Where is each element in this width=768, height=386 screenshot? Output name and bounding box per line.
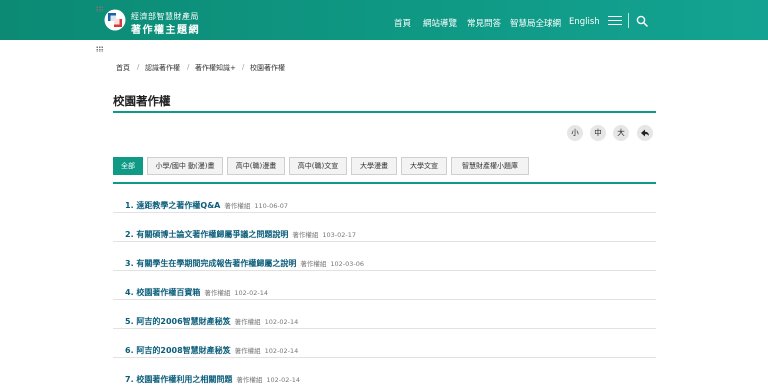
breadcrumb-home[interactable]: 首頁 — [116, 63, 130, 73]
logo-line-2: 著作權主題網 — [131, 25, 200, 36]
nav-divider — [628, 13, 629, 28]
article-unit: 著作權組 — [224, 202, 251, 210]
list-item: 1. 遠距教學之著作權Q&A 著作權組 110-06-07 — [125, 193, 288, 210]
font-size-large-button[interactable]: 大 — [613, 125, 629, 141]
page-title: 校園著作權 — [113, 94, 171, 108]
list-divider — [113, 212, 656, 213]
search-icon[interactable] — [636, 15, 648, 27]
breadcrumb-item[interactable]: 認識著作權 — [145, 63, 180, 73]
article-date: 110-06-07 — [254, 202, 288, 210]
list-divider — [113, 299, 656, 300]
back-button[interactable] — [637, 125, 653, 141]
list-divider — [113, 241, 656, 242]
list-item: 6. 阿吉的2008智慧財產秘笈 著作權組 102-02-14 — [125, 338, 299, 355]
hamburger-icon[interactable] — [608, 16, 622, 26]
article-link[interactable]: 1. 遠距教學之著作權Q&A — [125, 201, 220, 210]
list-item: 3. 有關學生在學期間完成報告著作權歸屬之說明 著作權組 102-03-06 — [125, 251, 365, 268]
tab-university-text[interactable]: 大學文宣 — [401, 157, 447, 175]
article-link[interactable]: 3. 有關學生在學期間完成報告著作權歸屬之說明 — [125, 259, 296, 268]
tab-highschool-comics[interactable]: 高中(職)漫畫 — [227, 157, 285, 175]
skip-link-top[interactable] — [96, 6, 103, 12]
article-date: 102-02-14 — [264, 347, 299, 355]
article-link[interactable]: 4. 校園著作權百寶箱 — [125, 288, 200, 297]
tab-all[interactable]: 全部 — [113, 157, 143, 175]
header-bar: 經濟部智慧財產局 著作權主題網 首頁 網站導覽 常見問答 智慧局全球網 Engl… — [0, 0, 768, 40]
font-size-medium-button[interactable]: 中 — [590, 125, 606, 141]
article-date: 103-02-17 — [322, 231, 357, 239]
font-size-small-button[interactable]: 小 — [567, 125, 583, 141]
breadcrumb-separator: / — [242, 63, 245, 71]
article-unit: 著作權組 — [234, 318, 261, 326]
article-unit: 著作權組 — [292, 231, 319, 239]
nav-home[interactable]: 首頁 — [394, 17, 411, 29]
tab-elementary-animation[interactable]: 小學/國中 動(漫)畫 — [147, 157, 223, 175]
skip-link-content[interactable] — [96, 46, 103, 52]
article-unit: 著作權組 — [300, 260, 327, 268]
tab-ip-quiz[interactable]: 智慧財產權小題庫 — [451, 157, 529, 175]
list-divider — [113, 357, 656, 358]
article-date: 102-02-14 — [234, 289, 269, 297]
list-divider — [113, 328, 656, 329]
tab-university-comics[interactable]: 大學漫畫 — [351, 157, 397, 175]
breadcrumb-current: 校園著作權 — [250, 64, 285, 72]
article-date: 102-03-06 — [330, 260, 365, 268]
article-link[interactable]: 2. 有關碩博士論文著作權歸屬爭議之問題說明 — [125, 230, 288, 239]
list-divider — [113, 270, 656, 271]
nav-global[interactable]: 智慧局全球網 — [510, 17, 561, 29]
article-date: 102-02-14 — [264, 318, 299, 326]
nav-faq[interactable]: 常見問答 — [467, 17, 501, 29]
list-item: 7. 校園著作權利用之相關問題 著作權組 102-02-14 — [125, 367, 300, 384]
list-item: 2. 有關碩博士論文著作權歸屬爭議之問題說明 著作權組 103-02-17 — [125, 222, 357, 239]
nav-sitemap[interactable]: 網站導覽 — [423, 17, 457, 29]
article-link[interactable]: 6. 阿吉的2008智慧財產秘笈 — [125, 346, 231, 355]
breadcrumb-separator: / — [187, 63, 190, 71]
article-unit: 著作權組 — [204, 289, 231, 297]
breadcrumb-item[interactable]: 著作權知識+ — [195, 63, 236, 73]
tabs-divider — [113, 182, 656, 184]
article-unit: 著作權組 — [234, 347, 261, 355]
tipo-logo-icon[interactable] — [104, 9, 126, 31]
tab-highschool-text[interactable]: 高中(職)文宣 — [289, 157, 347, 175]
list-item: 5. 阿吉的2006智慧財產秘笈 著作權組 102-02-14 — [125, 309, 299, 326]
list-item: 4. 校園著作權百寶箱 著作權組 102-02-14 — [125, 280, 269, 297]
nav-english[interactable]: English — [569, 17, 600, 27]
title-divider — [113, 111, 656, 113]
article-link[interactable]: 5. 阿吉的2006智慧財產秘笈 — [125, 317, 231, 326]
back-arrow-icon — [641, 129, 649, 137]
breadcrumb-separator: / — [137, 63, 140, 71]
